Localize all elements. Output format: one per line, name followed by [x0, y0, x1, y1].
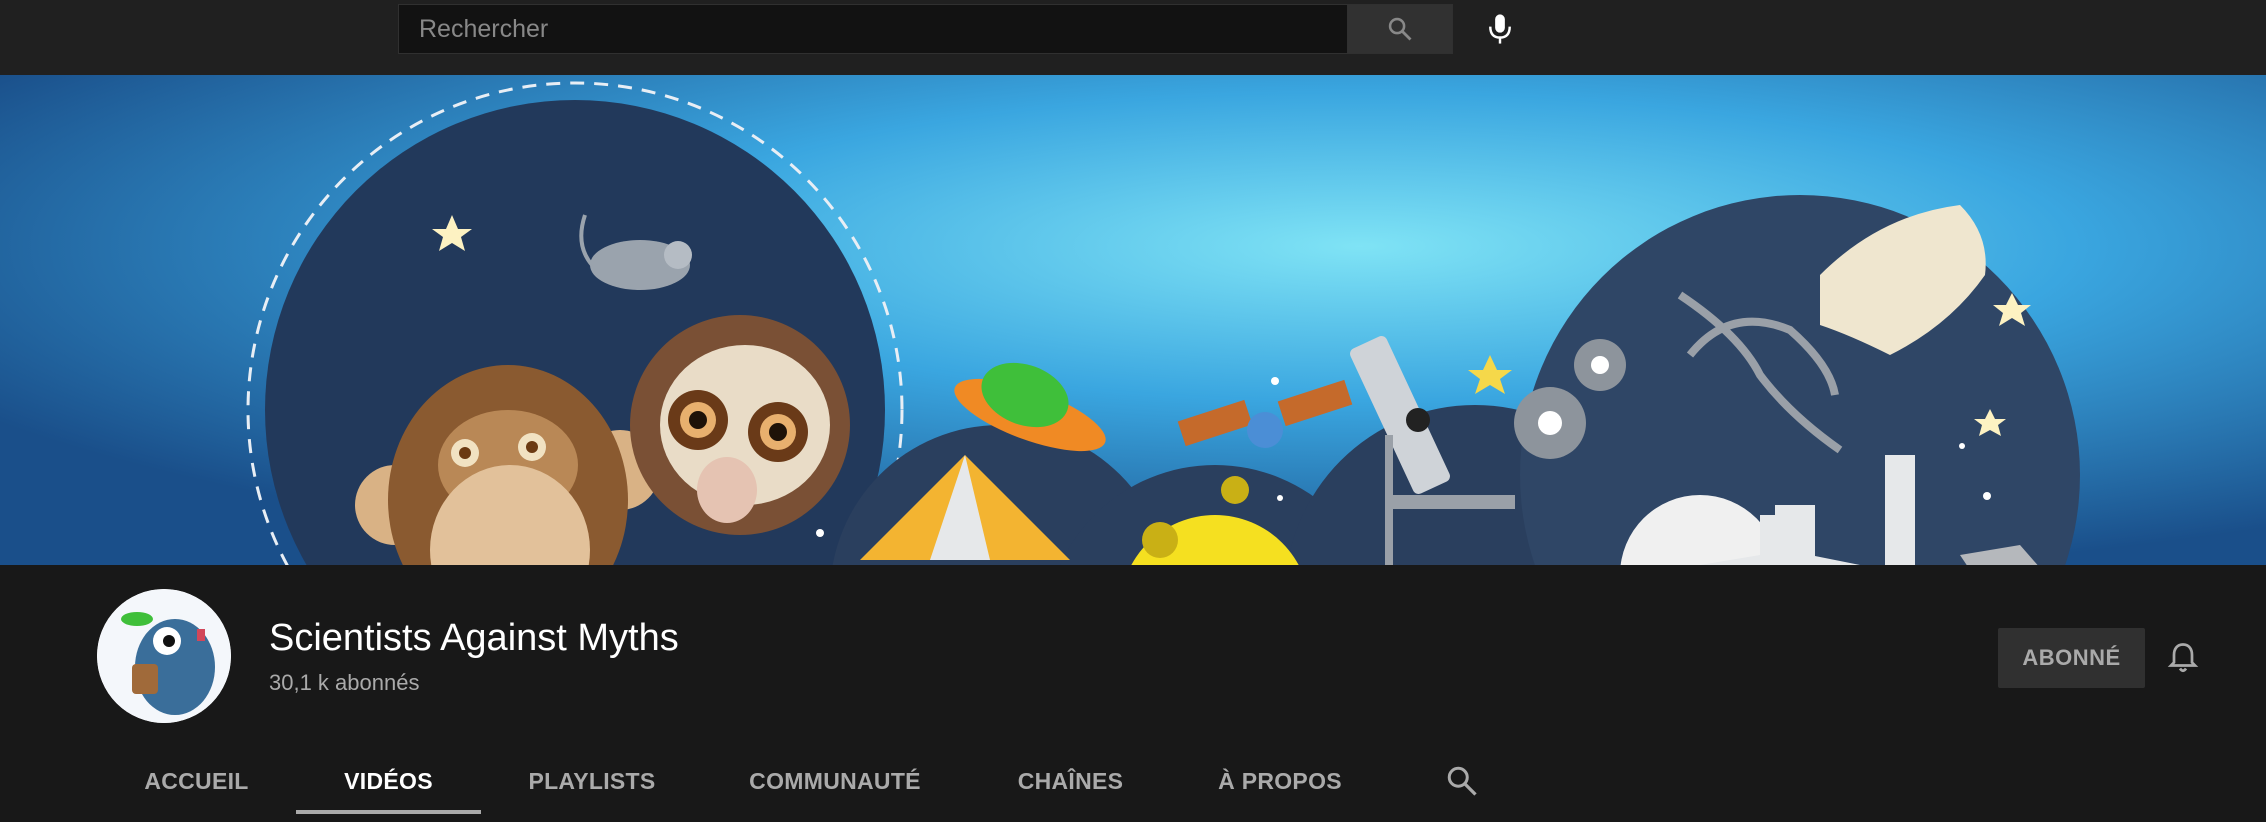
tab-channels[interactable]: CHAÎNES: [1008, 740, 1133, 822]
top-bar: Rechercher: [0, 0, 2266, 75]
channel-avatar[interactable]: [97, 589, 231, 723]
tab-about[interactable]: À PROPOS: [1210, 740, 1350, 822]
search-icon: [1388, 17, 1412, 41]
channel-tabs: ACCUEIL VIDÉOS PLAYLISTS COMMUNAUTÉ CHAÎ…: [0, 740, 2266, 822]
channel-header: Scientists Against Myths 30,1 k abonnés …: [0, 565, 2266, 822]
subscribed-button[interactable]: ABONNÉ: [1998, 628, 2145, 688]
search-button[interactable]: [1347, 4, 1453, 54]
search-icon: [1447, 766, 1477, 796]
channel-search-button[interactable]: [1444, 763, 1480, 799]
channel-title: Scientists Against Myths: [269, 617, 679, 659]
search-input[interactable]: Rechercher: [398, 4, 1347, 54]
tab-videos[interactable]: VIDÉOS: [296, 740, 481, 822]
voice-search-button[interactable]: [1475, 4, 1525, 54]
tab-home[interactable]: ACCUEIL: [130, 740, 263, 822]
subscriber-count: 30,1 k abonnés: [269, 670, 420, 695]
microphone-icon: [1489, 14, 1511, 44]
tab-playlists[interactable]: PLAYLISTS: [517, 740, 667, 822]
tab-community[interactable]: COMMUNAUTÉ: [740, 740, 930, 822]
channel-banner: [0, 75, 2266, 565]
bell-icon: [2167, 643, 2199, 673]
notification-bell-button[interactable]: [2165, 640, 2201, 676]
